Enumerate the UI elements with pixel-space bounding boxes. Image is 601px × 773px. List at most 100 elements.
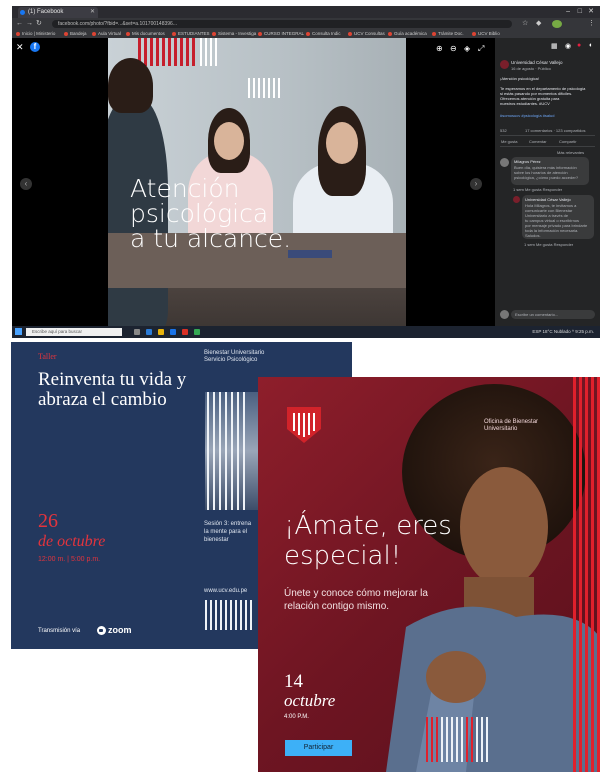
address-bar: ← → ↻ facebook.com/photo/?fbid=...&set=a… [12, 18, 600, 30]
woman-2-face [326, 122, 358, 164]
photo-headline: Atención psicológica a tu alcance. [130, 176, 350, 251]
zoom-out-icon[interactable]: ⊖ [450, 44, 457, 53]
url-field[interactable]: facebook.com/photo/?fbid=...&set=a.10170… [52, 20, 512, 28]
start-icon[interactable] [15, 328, 22, 335]
reaction-count[interactable]: 532 [500, 128, 507, 133]
poster-organization: Bienestar Universitario Servicio Psicoló… [204, 350, 294, 364]
tab-title: (1) Facebook [28, 9, 64, 15]
app-icon[interactable] [194, 329, 200, 335]
commenter-avatar[interactable] [500, 158, 509, 167]
org-line: Servicio Psicológico [204, 357, 258, 363]
menu-icon[interactable]: ⋮ [588, 18, 595, 30]
man-hair [108, 58, 153, 113]
bookmark-item[interactable]: Consulta Indic [306, 30, 341, 38]
bookmark-item[interactable]: Sistema - Investiga [212, 30, 256, 38]
stripes-decoration [205, 392, 265, 510]
browser-screenshot: (1) Facebook ✕ – □ ✕ ← → ↻ facebook.com/… [12, 6, 600, 338]
messenger-icon[interactable]: ◉ [565, 42, 571, 50]
bookmark-item[interactable]: Guía académica [388, 30, 427, 38]
sort-comments[interactable]: Más relevantes [557, 150, 584, 155]
woman-1-face [214, 122, 244, 160]
poster-title: ¡Ámate, eres especial! [284, 511, 452, 571]
bookmark-item[interactable]: UCV Consultas [348, 30, 385, 38]
poster-title: Reinventa tu vida y abraza el cambio [38, 369, 187, 410]
bookmark-item[interactable]: ESTUDIANTES [172, 30, 210, 38]
facebook-logo-icon[interactable]: f [30, 42, 40, 52]
previous-photo-button[interactable]: ‹ [20, 178, 32, 190]
stripes-decoration [573, 377, 600, 772]
comment-input-placeholder: Escribe un comentario... [515, 312, 559, 317]
reload-icon[interactable]: ↻ [36, 18, 42, 30]
taskbar-search[interactable]: Escribe aquí para buscar [26, 328, 122, 336]
close-viewer-icon[interactable]: ✕ [16, 42, 24, 53]
tab-bar: (1) Facebook ✕ – □ ✕ [12, 6, 600, 18]
divider [500, 135, 595, 136]
bookmark-item[interactable]: Bandeja [64, 30, 87, 38]
stripes-decoration-bottom [205, 600, 260, 630]
extensions-icon[interactable]: ◆ [536, 18, 541, 30]
participate-button[interactable]: Participar [285, 740, 352, 756]
share-count[interactable]: 17 comentarios · 123 compartidos [525, 128, 585, 133]
notifications-icon[interactable]: ● [577, 42, 581, 49]
headline-line: psicológica [130, 199, 269, 228]
task-view-icon[interactable] [134, 329, 140, 335]
minimize-icon[interactable]: – [566, 6, 570, 18]
event-month: octubre [284, 691, 336, 710]
zoom-icon [97, 626, 106, 636]
comment-input[interactable]: Escribe un comentario... [511, 310, 595, 319]
poster-organization: Oficina de Bienestar Universitario [484, 419, 554, 433]
comment-meta[interactable]: 1 sem Me gusta Responder [513, 187, 562, 192]
store-icon[interactable] [170, 329, 176, 335]
post-hashtags[interactable]: #somosucv #psicología #salud [500, 113, 554, 118]
bookmark-item[interactable]: Inicio | Ministerio [16, 30, 55, 38]
poster-label: Taller [38, 352, 57, 361]
bookmark-item[interactable]: Trámite Doc. [432, 30, 464, 38]
fullscreen-icon[interactable]: ⤢ [478, 44, 484, 54]
star-icon[interactable]: ☆ [522, 18, 528, 30]
org-line: Bienestar Universitario [204, 350, 265, 356]
post-date[interactable]: 16 de agosto · Público [511, 66, 551, 71]
zoom-logo: zoom [97, 625, 132, 636]
next-photo-button[interactable]: › [470, 178, 482, 190]
account-icon[interactable]: ◐ [589, 42, 593, 49]
page-name[interactable]: Universidad César Vallejo [511, 60, 562, 65]
like-button[interactable]: Me gusta [501, 139, 517, 144]
reply-avatar[interactable] [513, 196, 520, 203]
comment-line: psicológica, ¿cómo puedo acceder? [514, 175, 579, 180]
tag-icon[interactable]: ◈ [464, 44, 470, 53]
close-tab-icon[interactable]: ✕ [90, 7, 95, 18]
transmission-label: Transmisión vía [38, 628, 81, 634]
self-love-poster: Oficina de Bienestar Universitario ¡Ámat… [258, 377, 600, 772]
grid-menu-icon[interactable]: ▦ [551, 42, 558, 50]
close-window-icon[interactable]: ✕ [588, 6, 594, 18]
user-avatar[interactable] [500, 310, 509, 319]
bookmark-item[interactable]: Aula Virtual [92, 30, 121, 38]
chrome-icon[interactable] [182, 329, 188, 335]
file-explorer-icon[interactable] [158, 329, 164, 335]
org-line: Universitario [484, 426, 518, 432]
forward-icon[interactable]: → [26, 18, 33, 30]
reply-meta[interactable]: 1 sem Me gusta Responder [524, 242, 573, 247]
stripes-decoration-2 [248, 78, 280, 98]
page-avatar[interactable] [500, 60, 509, 69]
bookmark-item[interactable]: Mis documentos [126, 30, 165, 38]
facebook-favicon-icon [20, 10, 25, 15]
comment-author[interactable]: Milagros Pérez [514, 159, 541, 164]
reply-author[interactable]: Universidad César Vallejo [525, 197, 571, 202]
stripes-decoration [138, 38, 217, 66]
edge-icon[interactable] [146, 329, 152, 335]
bookmark-item[interactable]: UCV Biblio [472, 30, 500, 38]
back-icon[interactable]: ← [16, 18, 23, 30]
zoom-in-icon[interactable]: ⊕ [436, 44, 443, 53]
headline-line: a tu alcance. [130, 224, 292, 253]
notebook [288, 250, 332, 258]
bookmark-item[interactable]: CURSO INTEGRAL [258, 30, 304, 38]
comment-button[interactable]: Comentar [529, 139, 547, 144]
session-info: Sesión 3: entrena la mente para el biene… [204, 520, 264, 544]
post-caption-line: nuestros estudiantes. #UCV [500, 101, 550, 106]
profile-avatar[interactable] [552, 20, 562, 28]
system-tray[interactable]: ESP 18°C Nublado ^ 9:25 p.m. [532, 326, 594, 338]
share-button[interactable]: Compartir [559, 139, 577, 144]
maximize-icon[interactable]: □ [578, 6, 582, 18]
browser-tab[interactable]: (1) Facebook ✕ [18, 7, 98, 18]
